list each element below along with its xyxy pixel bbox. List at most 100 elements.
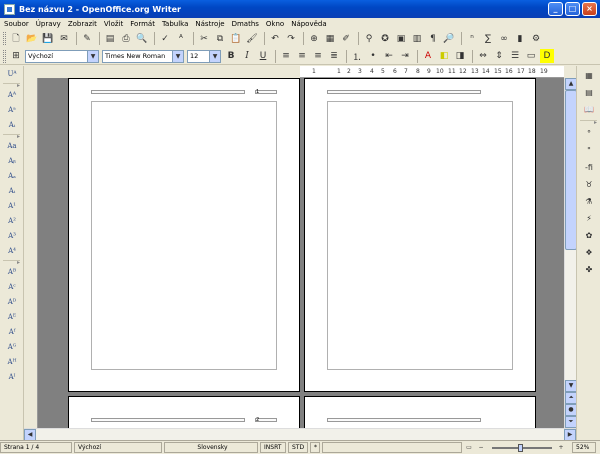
page-3[interactable]: 2 (68, 396, 300, 428)
vertical-ruler[interactable] (24, 78, 38, 428)
toolbar-grip[interactable] (3, 32, 6, 45)
menu-edit[interactable]: Úpravy (36, 20, 61, 28)
chevron-down-icon[interactable]: ▼ (172, 50, 183, 62)
data-sources-icon[interactable]: ▥ (410, 32, 424, 46)
bold-button[interactable]: B (224, 49, 238, 63)
char-style-icon[interactable]: A¹ (4, 200, 20, 213)
formula-icon[interactable]: ∑ (481, 32, 495, 46)
symbol-icon[interactable]: ⚡ (581, 212, 597, 226)
zoom-level-field[interactable]: 52% (572, 442, 596, 453)
hyphenation-icon[interactable]: -fi (581, 161, 597, 175)
char-style-icon[interactable]: Aᵦ (4, 155, 20, 168)
format-paintbrush-icon[interactable]: 🖌 (245, 32, 259, 46)
draw-icon[interactable]: D (540, 49, 554, 63)
styles-formatting-icon[interactable]: ⊞ (9, 49, 23, 63)
text-body-frame[interactable] (327, 101, 513, 370)
document-canvas[interactable]: 1 2 (38, 78, 564, 428)
table-style-icon[interactable]: ▦ (581, 69, 597, 83)
char-style-icon[interactable]: Aᴮ (4, 266, 20, 279)
open-icon[interactable]: 📂 (25, 32, 39, 46)
close-button[interactable]: × (582, 2, 597, 16)
table-icon[interactable]: ▦ (323, 32, 337, 46)
page-style-field[interactable]: Výchozí (74, 442, 162, 453)
spellcheck-icon[interactable]: ✓ (158, 32, 172, 46)
zoom-icon[interactable]: 🔎 (442, 32, 456, 46)
justify-icon[interactable]: ≣ (327, 49, 341, 63)
uppercase-icon[interactable]: Uᴬ (4, 68, 20, 81)
numbering-icon[interactable]: ⒈ (350, 49, 364, 63)
italic-button[interactable]: I (240, 49, 254, 63)
char-style-icon[interactable]: Aᴵ (4, 371, 20, 384)
char-style-icon[interactable]: Aᶜ (4, 281, 20, 294)
char-style-icon[interactable]: Aᶠ (4, 326, 20, 339)
vertical-scrollbar[interactable]: ▲ ▼ ⏶ ● ⏷ (564, 78, 577, 428)
menu-format[interactable]: Formát (130, 20, 155, 28)
hyperlink-icon[interactable]: ⊕ (307, 32, 321, 46)
toolbar-grip[interactable] (3, 49, 6, 63)
page-2[interactable] (304, 78, 536, 392)
fields-icon[interactable]: ⁿ (465, 32, 479, 46)
font-name-select[interactable]: Times New Roman ▼ (102, 49, 184, 63)
horizontal-scrollbar[interactable]: ◀ ▶ (24, 428, 576, 441)
save-icon[interactable]: 💾 (41, 32, 55, 46)
highlight-icon[interactable]: ◧ (437, 49, 451, 63)
menu-window[interactable]: Okno (266, 20, 284, 28)
page-count-field[interactable]: Strana 1 / 4 (0, 442, 72, 453)
minimize-button[interactable]: _ (548, 2, 563, 16)
print-preview-icon[interactable]: 🔍 (135, 32, 149, 46)
document-modified-field[interactable]: * (310, 442, 320, 453)
cut-icon[interactable]: ✂ (197, 32, 211, 46)
maximize-button[interactable]: □ (565, 2, 580, 16)
book-icon[interactable]: 📖 (581, 103, 597, 117)
char-style-icon[interactable]: Aᴰ (4, 296, 20, 309)
menu-insert[interactable]: Vložit (104, 20, 123, 28)
zoom-out-icon[interactable]: − (476, 443, 486, 453)
spacing-icon[interactable]: ☰ (508, 49, 522, 63)
redo-icon[interactable]: ↷ (284, 32, 298, 46)
superscript-icon[interactable]: Aᴬ (4, 89, 20, 102)
chevron-down-icon[interactable]: ▼ (87, 50, 98, 62)
new-document-icon[interactable]: 🗋 (9, 32, 23, 46)
symbol-icon[interactable]: ❖ (581, 246, 597, 260)
chevron-down-icon[interactable]: ▼ (209, 50, 220, 62)
char-style-icon[interactable]: Aᴴ (4, 356, 20, 369)
view-layout-icon[interactable]: ▭ (464, 443, 474, 453)
increase-indent-icon[interactable]: ⇥ (398, 49, 412, 63)
char-style-icon[interactable]: Aᴳ (4, 341, 20, 354)
nonprinting-chars-icon[interactable]: ¶ (426, 32, 440, 46)
menu-dmaths[interactable]: Dmaths (232, 20, 259, 28)
find-replace-icon[interactable]: ⚲ (362, 32, 376, 46)
menu-view[interactable]: Zobrazit (68, 20, 97, 28)
char-style-icon[interactable]: Aᴱ (4, 311, 20, 324)
navigator-icon[interactable]: ✪ (378, 32, 392, 46)
zoom-slider-knob[interactable] (518, 443, 523, 452)
background-color-icon[interactable]: ◨ (453, 49, 467, 63)
bullets-icon[interactable]: • (366, 49, 380, 63)
copy-icon[interactable]: ⧉ (213, 32, 227, 46)
char-style-icon[interactable]: Aᵃ (4, 104, 20, 117)
align-left-icon[interactable]: ≡ (279, 49, 293, 63)
quotes-icon[interactable]: " (581, 144, 597, 158)
macro-icon[interactable]: ⚙ (529, 32, 543, 46)
char-style-icon[interactable]: Aa (4, 140, 20, 153)
paste-icon[interactable]: 📋 (229, 32, 243, 46)
line-spacing-icon[interactable]: ⇕ (492, 49, 506, 63)
char-style-icon[interactable]: Aᵢ (4, 119, 20, 132)
autospellcheck-icon[interactable]: ᴬ (174, 32, 188, 46)
print-icon[interactable]: ⎙ (119, 32, 133, 46)
text-direction-icon[interactable]: ⇔ (476, 49, 490, 63)
page-1[interactable]: 1 (68, 78, 300, 392)
symbol-icon[interactable]: ⚗ (581, 195, 597, 209)
text-body-frame[interactable] (91, 101, 277, 370)
char-style-icon[interactable]: A⁴ (4, 245, 20, 258)
char-style-icon[interactable]: A³ (4, 230, 20, 243)
chart-icon[interactable]: ▮ (513, 32, 527, 46)
paragraph-style-select[interactable]: Výchozí ▼ (25, 49, 99, 63)
undo-icon[interactable]: ↶ (268, 32, 282, 46)
email-icon[interactable]: ✉ (57, 32, 71, 46)
insert-frame-icon[interactable]: ▭ (524, 49, 538, 63)
export-pdf-icon[interactable]: ▤ (103, 32, 117, 46)
edit-file-icon[interactable]: ✎ (80, 32, 94, 46)
zoom-slider[interactable] (492, 443, 552, 452)
page-style-icon[interactable]: ▤ (581, 86, 597, 100)
